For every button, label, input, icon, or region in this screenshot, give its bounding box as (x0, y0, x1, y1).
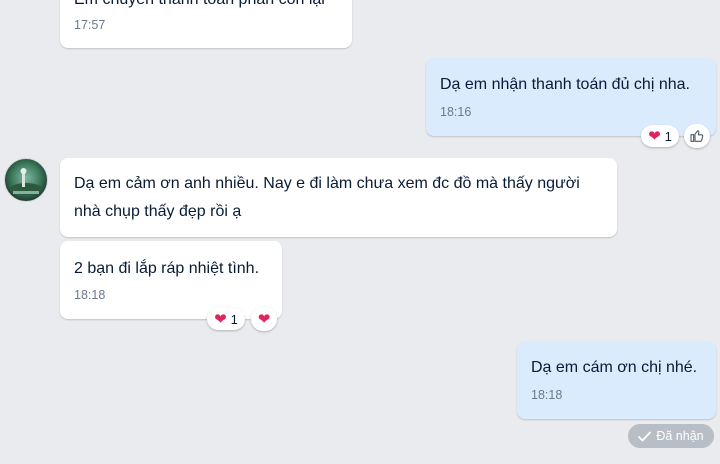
message-time: 18:16 (440, 105, 472, 119)
react-button[interactable]: ❤ (251, 307, 277, 331)
heart-icon: ❤ (257, 310, 271, 328)
message-bubble-incoming[interactable]: 2 bạn đi lắp ráp nhiệt tình. 18:18 (60, 241, 282, 319)
avatar-image (10, 168, 42, 195)
heart-icon: ❤ (214, 310, 227, 328)
message-bubble-incoming[interactable]: Dạ em cảm ơn anh nhiều. Nay e đi làm chư… (60, 158, 617, 237)
message-text: Dạ em cám ơn chị nhé. (531, 359, 698, 376)
message-text: Em chuyển thanh toán phần còn lại (74, 0, 325, 14)
status-label: Đã nhận (656, 429, 704, 443)
reaction-count: 1 (230, 311, 238, 327)
message-bubble-outgoing[interactable]: Dạ em cám ơn chị nhé. 18:18 (517, 341, 716, 419)
message-text: 2 bạn đi lắp ráp nhiệt tình. (74, 260, 260, 277)
message-text: Dạ em cảm ơn anh nhiều. Nay e đi làm chư… (74, 175, 580, 220)
reaction-summary[interactable]: ❤ 1 (641, 125, 679, 147)
thumbs-up-icon (690, 130, 704, 142)
heart-icon: ❤ (648, 127, 661, 145)
message-time: 17:57 (74, 18, 106, 32)
reaction-summary[interactable]: ❤ 1 (207, 308, 245, 330)
like-button[interactable] (684, 124, 710, 148)
message-bubble-incoming[interactable]: Em chuyển thanh toán phần còn lại 17:57 (60, 0, 352, 48)
reaction-count: 1 (664, 128, 672, 144)
avatar[interactable] (4, 158, 48, 202)
message-text: Dạ em nhận thanh toán đủ chị nha. (440, 76, 690, 93)
check-icon (638, 431, 652, 441)
message-time: 18:18 (531, 388, 563, 402)
message-time: 18:18 (74, 288, 106, 302)
message-bubble-outgoing[interactable]: Dạ em nhận thanh toán đủ chị nha. 18:16 (426, 58, 716, 136)
status-badge: Đã nhận (628, 424, 714, 448)
